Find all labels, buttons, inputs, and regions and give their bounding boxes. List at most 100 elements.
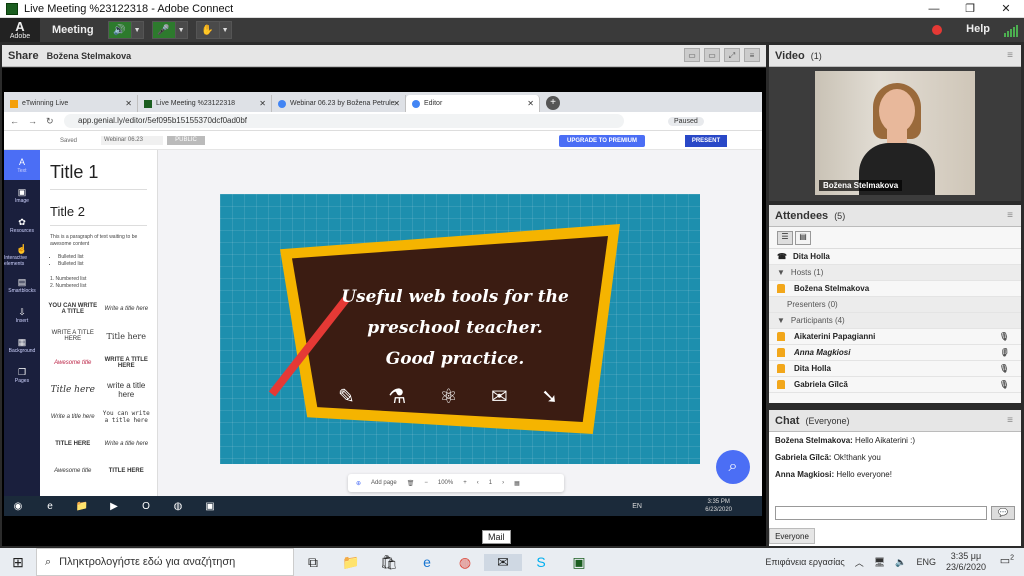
attendee-row[interactable]: Aikaterini Papagianni 🎙 [769,329,1021,345]
minimize-button[interactable]: — [916,0,952,18]
fullscreen-icon[interactable]: ⤢ [724,48,740,62]
skype-icon[interactable]: S [522,554,560,570]
breakout-view-icon[interactable]: ▤ [795,230,811,245]
bulleted-list-style[interactable]: Bulleted listBulleted list [58,254,157,268]
adobe-connect-task-icon[interactable]: ▣ [196,497,224,515]
taskbar-clock[interactable]: 3:35 μμ 23/6/2020 [946,551,986,573]
close-tab-icon[interactable]: ✕ [393,99,400,108]
close-tab-icon[interactable]: ✕ [259,99,266,108]
forward-icon[interactable]: → [28,116,40,126]
grid-view-icon[interactable]: ▦ [514,480,520,487]
speaker-dropdown[interactable]: ▼ [131,21,144,39]
sidebar-item-interactive[interactable]: ☝ Interactive elements [4,240,40,270]
record-indicator-icon[interactable] [932,25,942,35]
style-item[interactable]: Write a title here [102,300,152,318]
close-tab-icon[interactable]: ✕ [527,99,534,108]
add-page-icon[interactable]: ⊕ [356,480,361,487]
sidebar-item-insert[interactable]: ⇩ Insert [4,300,40,330]
desktop-toolbar[interactable]: Επιφάνεια εργασίας [765,557,844,567]
add-page-button[interactable]: Add page [371,480,397,486]
sidebar-item-resources[interactable]: ✿ Resources [4,210,40,240]
style-item[interactable]: Write a title here [102,435,152,453]
network-icon[interactable]: 🖥 [874,557,885,568]
attendee-row[interactable]: Dita Holla 🎙 [769,361,1021,377]
hosts-section[interactable]: ▼ Hosts (1) [769,265,1021,281]
style-item[interactable]: Write a title here [48,408,98,426]
profile-paused-badge[interactable]: Paused [668,116,704,126]
fit-icon[interactable]: ▭ [704,48,720,62]
back-icon[interactable]: ← [10,116,22,126]
style-item[interactable]: Awesome title [48,462,98,480]
sidebar-item-background[interactable]: ▦ Background [4,330,40,360]
my-status-row[interactable]: ☎ Dita Holla [769,249,1021,265]
webcam-feed[interactable]: Božena Stelmakova [815,71,975,195]
numbered-list-style[interactable]: 1. Numbered list 2. Numbered list [50,276,147,290]
help-menu[interactable]: Help [966,23,990,35]
slide[interactable]: Useful web tools for the preschool teach… [220,194,700,464]
microphone-icon[interactable]: 🎤 [151,21,176,39]
pod-menu-icon[interactable]: ≡ [1007,50,1013,61]
attendee-row[interactable]: Anna Magkiosi 🎙 [769,345,1021,361]
notifications-icon[interactable]: ▭2 [1000,554,1014,567]
presenters-section[interactable]: Presenters (0) [769,297,1021,313]
style-item[interactable]: You can write a title here [102,408,152,426]
mail-icon[interactable]: ✉ [484,553,522,571]
task-view-icon[interactable]: ⧉ [294,554,332,571]
tab-etwinning[interactable]: eTwinning Live ✕ [4,95,138,112]
inner-lang[interactable]: EN [632,503,642,510]
chrome-icon[interactable]: ◍ [446,554,484,571]
attendee-row[interactable]: Božena Stelmakova [769,281,1021,297]
send-message-icon[interactable]: 💬 [991,506,1015,520]
public-toggle[interactable]: PUBLIC [167,136,206,145]
upgrade-button[interactable]: UPGRADE TO PREMIUM [559,135,645,147]
maximize-button[interactable]: ❐ [952,0,988,18]
tab-editor[interactable]: Editor ✕ [406,95,540,112]
microphone-dropdown[interactable]: ▼ [175,21,188,39]
pod-menu-icon[interactable]: ≡ [1007,415,1013,426]
participants-section[interactable]: ▼ Participants (4) [769,313,1021,329]
chat-target-tab[interactable]: Everyone [769,528,815,544]
ie-icon[interactable]: e [36,497,64,515]
store-icon[interactable]: 🛍 [370,554,408,571]
style-item[interactable]: Title here [102,327,152,345]
document-name-field[interactable]: Webinar 06.23 [101,136,164,145]
title2-style[interactable]: Title 2 [50,204,157,219]
delete-icon[interactable]: 🗑 [407,480,415,487]
adobe-connect-taskbar-icon[interactable]: ▣ [560,554,598,571]
input-language[interactable]: ENG [916,557,936,567]
page-number[interactable]: 1 [489,480,492,486]
file-explorer-icon[interactable]: 📁 [332,554,370,571]
style-item[interactable]: WRITE A TITLE HERE [102,354,152,372]
style-item[interactable]: WRITE A TITLE HERE [48,327,98,345]
sidebar-item-image[interactable]: ▣ Image [4,180,40,210]
zoom-search-icon[interactable]: ⌕ [716,450,750,484]
style-item[interactable]: Awesome title [48,354,98,372]
url-field[interactable]: app.genial.ly/editor/5ef095b15155370dcf0… [64,114,624,128]
layout-icon[interactable]: ▭ [684,48,700,62]
next-page-icon[interactable]: › [502,480,504,486]
chat-input[interactable] [775,506,987,520]
sidebar-item-smartblocks[interactable]: ▤ Smartblocks [4,270,40,300]
volume-icon[interactable]: 🔈 [895,557,906,568]
new-tab-icon[interactable]: + [546,96,560,110]
reload-icon[interactable]: ↻ [46,116,58,127]
taskbar-search-field[interactable]: ⌕ Πληκτρολογήστε εδώ για αναζήτηση [36,548,294,576]
raise-hand-icon[interactable]: ✋ [195,21,220,39]
sidebar-item-text[interactable]: A Text [4,150,40,180]
edge-icon[interactable]: e [408,554,446,570]
zoom-in-icon[interactable]: + [463,480,467,486]
zoom-out-icon[interactable]: − [424,480,428,486]
title1-style[interactable]: Title 1 [50,162,157,183]
prev-page-icon[interactable]: ‹ [477,480,479,486]
style-item[interactable]: TITLE HERE [48,435,98,453]
status-dropdown[interactable]: ▼ [219,21,232,39]
speaker-icon[interactable]: 🔊 [107,21,132,39]
zoom-level[interactable]: 100% [438,480,453,486]
slide-title[interactable]: Useful web tools for the preschool teach… [320,282,590,375]
folder-icon[interactable]: 📁 [68,497,96,515]
tray-chevron-icon[interactable]: ︿ [855,556,864,569]
media-player-icon[interactable]: ▶ [100,497,128,515]
tab-live-meeting[interactable]: Live Meeting %23122318 ✕ [138,95,272,112]
chrome-icon[interactable]: ◍ [164,497,192,515]
list-view-icon[interactable]: ☰ [777,230,793,245]
